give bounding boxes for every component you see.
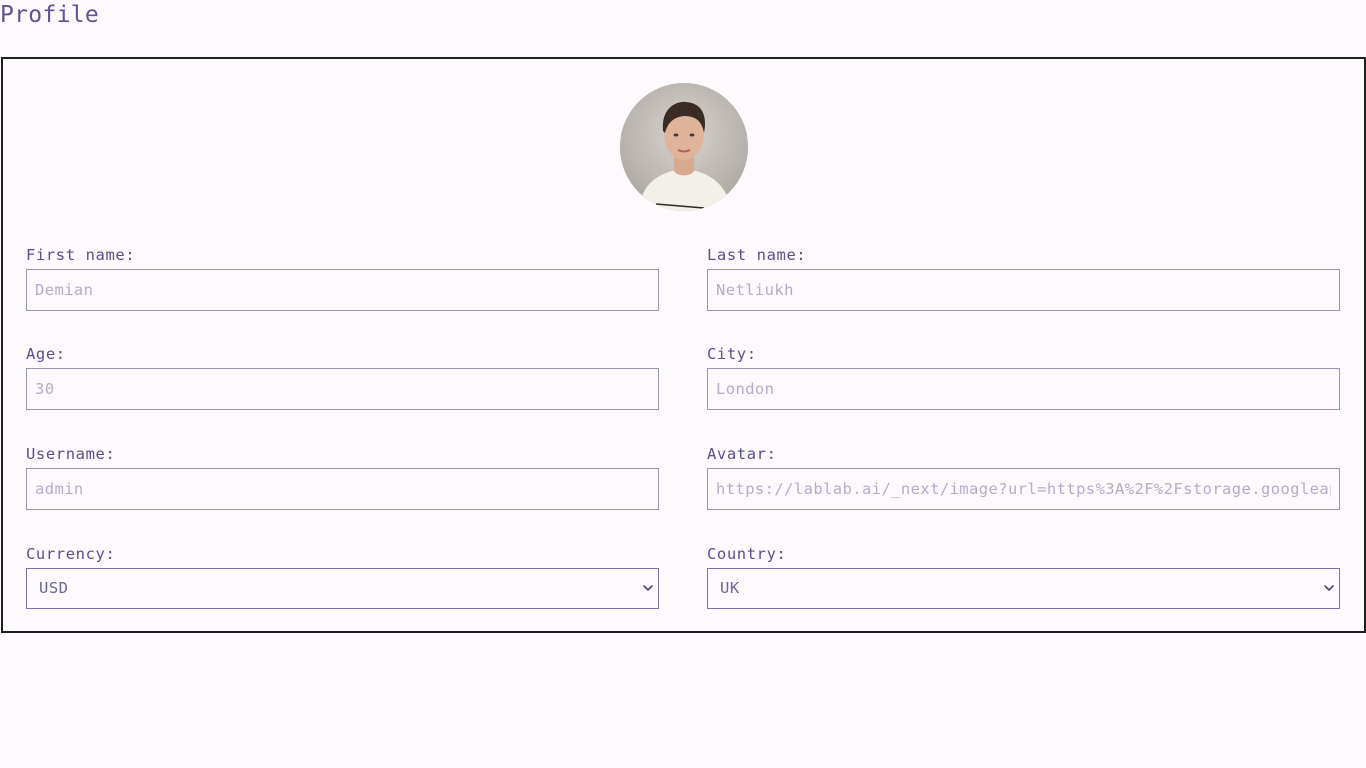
page-title: Profile (0, 2, 100, 28)
avatar-url-label: Avatar: (707, 445, 777, 463)
avatar-photo-icon (620, 83, 748, 211)
avatar-url-field: Avatar: (707, 444, 1340, 510)
country-field: Country: UK (707, 544, 1340, 609)
first-name-input[interactable] (26, 269, 659, 311)
last-name-input[interactable] (707, 269, 1340, 311)
city-input[interactable] (707, 368, 1340, 410)
age-input[interactable] (26, 368, 659, 410)
currency-label: Currency: (26, 545, 116, 563)
first-name-label: First name: (26, 246, 136, 264)
age-label: Age: (26, 345, 66, 363)
currency-field: Currency: USD (26, 544, 659, 609)
first-name-field: First name: (26, 245, 659, 311)
last-name-label: Last name: (707, 246, 807, 264)
currency-select[interactable]: USD (26, 568, 659, 609)
profile-card: First name: Last name: Age: City: Userna… (1, 57, 1366, 633)
country-select[interactable]: UK (707, 568, 1340, 609)
city-label: City: (707, 345, 757, 363)
username-input[interactable] (26, 468, 659, 510)
age-field: Age: (26, 344, 659, 410)
country-label: Country: (707, 545, 787, 563)
city-field: City: (707, 344, 1340, 410)
chevron-down-icon (643, 585, 653, 592)
country-select-value: UK (720, 579, 740, 597)
chevron-down-icon (1324, 585, 1334, 592)
avatar (620, 83, 748, 211)
avatar-url-input[interactable] (707, 468, 1340, 510)
last-name-field: Last name: (707, 245, 1340, 311)
username-label: Username: (26, 445, 116, 463)
username-field: Username: (26, 444, 659, 510)
currency-select-value: USD (39, 579, 69, 597)
